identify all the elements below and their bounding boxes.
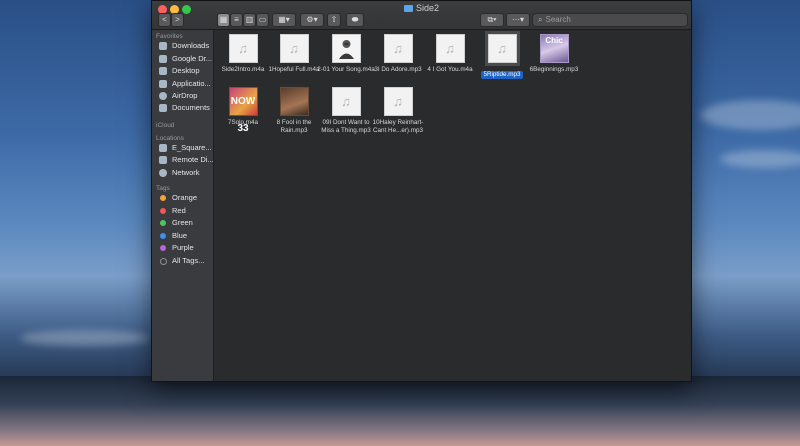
group-button[interactable]: ▦▾ <box>272 13 296 27</box>
action-button[interactable]: ⚙▾ <box>300 13 324 27</box>
column-view-button[interactable]: ▥ <box>243 13 256 27</box>
search-placeholder: Search <box>545 15 571 24</box>
favorites-header: Favorites <box>156 33 183 40</box>
dropbox-button[interactable]: ⧉▾ <box>480 13 504 27</box>
ellipsis-icon: ⋯▾ <box>511 15 524 24</box>
audio-file-icon: ♫ <box>228 34 258 63</box>
icon-view-button[interactable]: ▦ <box>217 13 230 27</box>
computer-icon <box>159 144 167 152</box>
file-item[interactable]: ♫ 09I Dont Want to Miss a Thing.mp3 <box>317 87 375 135</box>
file-item[interactable]: ♫ 3I Do Adore.mp3 <box>369 34 427 74</box>
audio-file-icon: ♫ <box>331 87 361 116</box>
tag-dot-icon <box>160 233 166 239</box>
documents-icon <box>159 104 167 112</box>
title-bar[interactable]: Side2 < > ▦ ≡ ▥ ▭ ▦▾ ⚙▾ ⇧ ⬬ ⧉▾ ⋯▾ ⌕ Sear… <box>152 1 691 30</box>
gear-icon: ⚙▾ <box>306 15 318 24</box>
audio-file-icon: ♫ <box>435 34 465 63</box>
finder-window[interactable]: Side2 < > ▦ ≡ ▥ ▭ ▦▾ ⚙▾ ⇧ ⬬ ⧉▾ ⋯▾ ⌕ Sear… <box>151 0 692 382</box>
person-art-icon <box>338 40 354 59</box>
group-icon: ▦▾ <box>278 15 290 24</box>
file-item[interactable]: ♫ Side2Intro.m4a <box>214 34 272 74</box>
tag-dot-icon <box>160 208 166 214</box>
tag-dot-icon <box>160 220 166 226</box>
tag-dot-icon <box>160 258 167 265</box>
grid-icon: ▦ <box>219 15 228 24</box>
search-input[interactable]: ⌕ Search <box>532 13 688 27</box>
tag-icon: ⬬ <box>351 15 359 24</box>
network-icon <box>159 169 167 177</box>
forward-button[interactable]: > <box>171 13 184 27</box>
file-item[interactable]: 2-01 Your Song.m4a <box>317 34 375 74</box>
album-art-icon: Chic <box>539 34 569 63</box>
applications-icon <box>159 80 167 88</box>
tags-header: Tags <box>156 185 170 192</box>
folder-icon <box>159 55 167 63</box>
album-art-icon <box>331 34 361 63</box>
gallery-view-button[interactable]: ▭ <box>256 13 269 27</box>
album-art-icon: NOW 33 <box>228 87 258 134</box>
search-icon: ⌕ <box>538 15 543 24</box>
tags-button[interactable]: ⬬ <box>346 13 364 27</box>
audio-file-icon: ♫ <box>279 34 309 63</box>
tag-dot-icon <box>160 245 166 251</box>
tag-dot-icon <box>160 195 166 201</box>
icloud-header: iCloud <box>156 122 175 129</box>
list-view-button[interactable]: ≡ <box>230 13 243 27</box>
audio-file-icon: ♫ <box>383 87 413 116</box>
downloads-icon <box>159 42 167 50</box>
sidebar: Favorites Downloads Google Dr... Desktop… <box>152 30 214 381</box>
gallery-icon: ▭ <box>258 15 267 24</box>
file-item[interactable]: 8 Fool in the Rain.mp3 <box>265 87 323 135</box>
desktop-sea <box>0 376 800 446</box>
audio-file-icon: ♫ <box>487 34 517 63</box>
audio-file-icon: ♫ <box>383 34 413 63</box>
more-button[interactable]: ⋯▾ <box>506 13 530 27</box>
cloud <box>20 330 150 346</box>
share-button[interactable]: ⇧ <box>327 13 341 27</box>
columns-icon: ▥ <box>245 15 254 24</box>
file-item[interactable]: ♫ 1Hopeful Full.m4a <box>265 34 323 74</box>
folder-icon <box>403 5 413 12</box>
file-item[interactable]: ♫ 4 I Got You.m4a <box>421 34 479 74</box>
album-art-icon <box>279 87 309 116</box>
desktop-icon <box>159 67 167 75</box>
cloud <box>700 100 800 130</box>
locations-header: Locations <box>156 135 184 142</box>
file-item-selected[interactable]: ♫ 5Riptide.mp3 <box>473 34 531 81</box>
list-icon: ≡ <box>234 15 239 24</box>
cloud <box>720 150 800 168</box>
file-grid: ♫ Side2Intro.m4a ♫ 1Hopeful Full.m4a 2-0… <box>214 30 691 381</box>
airdrop-icon <box>159 92 167 100</box>
disc-icon <box>159 156 167 164</box>
file-item[interactable]: NOW 33 7Solo.m4a <box>214 87 272 134</box>
dropbox-icon: ⧉▾ <box>487 15 497 24</box>
file-item[interactable]: Chic 6Beginnings.mp3 <box>525 34 583 74</box>
file-item[interactable]: ♫ 10Haley Reinhart- Cant He...er).mp3 <box>369 87 427 135</box>
window-title: Side2 <box>152 3 691 13</box>
share-icon: ⇧ <box>330 15 338 24</box>
back-button[interactable]: < <box>158 13 171 27</box>
